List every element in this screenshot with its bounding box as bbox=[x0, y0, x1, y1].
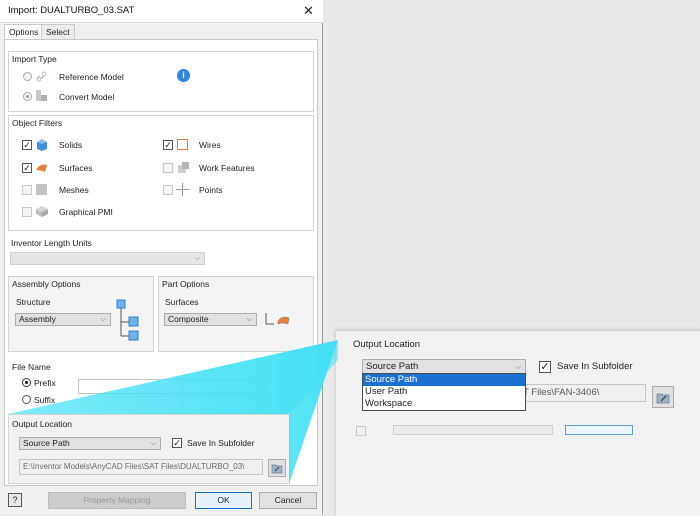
part-options-heading: Part Options bbox=[162, 279, 210, 289]
part-surfaces-combo[interactable]: Composite ⌵ bbox=[164, 313, 257, 326]
object-filters-heading: Object Filters bbox=[12, 118, 63, 128]
meshes-checkbox[interactable] bbox=[22, 185, 32, 195]
wire-icon bbox=[177, 139, 188, 150]
solid-cube-icon bbox=[37, 139, 47, 151]
file-name-input[interactable] bbox=[78, 379, 266, 394]
graphical-pmi-icon bbox=[36, 206, 48, 217]
chevron-down-icon: ⌵ bbox=[246, 316, 252, 323]
file-name-heading: File Name bbox=[12, 362, 51, 372]
zoom-partial-ok bbox=[565, 425, 633, 435]
reference-model-label: Reference Model bbox=[59, 72, 124, 82]
ok-button[interactable]: OK bbox=[195, 492, 252, 509]
object-filters-group bbox=[8, 115, 314, 231]
zoom-callout-panel: Output Location T Files\FAN-3406\ bbox=[336, 330, 700, 516]
convert-model-radio[interactable] bbox=[23, 92, 32, 101]
chevron-down-icon: ⌵ bbox=[150, 440, 156, 447]
zoom-save-in-subfolder-label: Save In Subfolder bbox=[557, 361, 633, 372]
save-in-subfolder-label: Save In Subfolder bbox=[187, 438, 255, 448]
wires-checkbox[interactable]: ✓ bbox=[163, 140, 173, 150]
dropdown-option-user-path[interactable]: User Path bbox=[363, 386, 525, 398]
zoom-browse-button[interactable] bbox=[652, 386, 674, 408]
suffix-radio[interactable] bbox=[22, 395, 31, 404]
structure-combo[interactable]: Assembly ⌵ bbox=[15, 313, 111, 326]
property-mapping-button[interactable]: Property Mapping bbox=[48, 492, 186, 509]
output-path-field[interactable]: E:\Inventor Models\AnyCAD Files\SAT File… bbox=[19, 459, 263, 475]
reference-model-radio[interactable] bbox=[23, 72, 32, 81]
prefix-label: Prefix bbox=[34, 378, 56, 388]
output-location-heading: Output Location bbox=[12, 419, 73, 429]
solids-checkbox[interactable]: ✓ bbox=[22, 140, 32, 150]
zoom-output-location-combo[interactable]: Source Path ⌵ bbox=[362, 359, 526, 374]
wires-label: Wires bbox=[199, 140, 221, 150]
output-location-value: Source Path bbox=[23, 438, 70, 448]
assembly-structure-icon bbox=[116, 299, 139, 341]
close-icon[interactable]: ✕ bbox=[303, 3, 314, 19]
zoom-partial-control bbox=[356, 426, 366, 436]
work-features-checkbox[interactable] bbox=[163, 163, 173, 173]
graphical-pmi-checkbox[interactable] bbox=[22, 207, 32, 217]
zoom-combo-value: Source Path bbox=[366, 361, 419, 372]
meshes-label: Meshes bbox=[59, 185, 89, 195]
dialog-title: Import: DUALTURBO_03.SAT bbox=[8, 5, 135, 16]
work-features-icon bbox=[178, 162, 189, 173]
part-surfaces-value: Composite bbox=[168, 314, 209, 324]
tab-options[interactable]: Options bbox=[4, 24, 44, 39]
browse-folder-icon bbox=[656, 393, 670, 404]
import-dialog: Import: DUALTURBO_03.SAT ✕ Options Selec… bbox=[0, 0, 323, 515]
import-type-heading: Import Type bbox=[12, 54, 57, 64]
reference-link-icon bbox=[36, 71, 47, 82]
assembly-options-heading: Assembly Options bbox=[12, 279, 81, 289]
length-units-heading: Inventor Length Units bbox=[11, 238, 92, 248]
tab-select[interactable]: Select bbox=[41, 24, 75, 39]
chevron-down-icon: ⌵ bbox=[100, 316, 106, 323]
zoom-save-in-subfolder-checkbox[interactable]: ✓ bbox=[539, 361, 551, 373]
zoom-output-location-heading: Output Location bbox=[353, 339, 421, 350]
chevron-down-icon: ⌵ bbox=[194, 255, 200, 262]
suffix-label: Suffix bbox=[34, 395, 56, 405]
work-features-label: Work Features bbox=[199, 163, 255, 173]
browse-folder-icon bbox=[271, 464, 283, 474]
save-in-subfolder-checkbox[interactable]: ✓ bbox=[172, 438, 182, 448]
info-icon[interactable]: i bbox=[177, 69, 190, 82]
point-icon bbox=[176, 183, 189, 196]
dropdown-option-source-path[interactable]: Source Path bbox=[363, 374, 525, 386]
zoom-partial-button bbox=[393, 425, 553, 435]
convert-model-label: Convert Model bbox=[59, 92, 115, 102]
points-label: Points bbox=[199, 185, 223, 195]
output-location-dropdown: Source Path User Path Workspace bbox=[362, 373, 526, 411]
structure-label: Structure bbox=[16, 297, 51, 307]
cancel-button[interactable]: Cancel bbox=[259, 492, 317, 509]
part-surfaces-label: Surfaces bbox=[165, 297, 199, 307]
browse-button[interactable] bbox=[268, 459, 286, 477]
surfaces-label: Surfaces bbox=[59, 163, 93, 173]
mesh-icon bbox=[36, 184, 47, 195]
solids-label: Solids bbox=[59, 140, 83, 150]
graphical-pmi-label: Graphical PMI bbox=[59, 207, 113, 217]
dropdown-option-workspace[interactable]: Workspace bbox=[363, 398, 525, 410]
prefix-radio[interactable] bbox=[22, 378, 31, 387]
title-bar: Import: DUALTURBO_03.SAT ✕ bbox=[0, 0, 323, 23]
length-units-combo[interactable]: ⌵ bbox=[10, 252, 205, 265]
help-icon[interactable]: ? bbox=[8, 493, 22, 507]
structure-value: Assembly bbox=[19, 314, 56, 324]
points-checkbox[interactable] bbox=[163, 185, 173, 195]
convert-model-icon bbox=[36, 90, 47, 101]
surface-icon bbox=[36, 164, 47, 172]
surfaces-checkbox[interactable]: ✓ bbox=[22, 163, 32, 173]
output-location-combo[interactable]: Source Path ⌵ bbox=[19, 437, 161, 450]
composite-surface-icon bbox=[265, 313, 290, 325]
